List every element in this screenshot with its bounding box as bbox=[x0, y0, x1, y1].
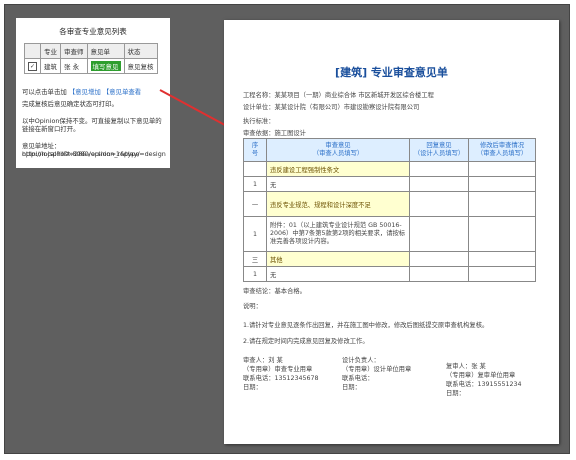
project-line: 工程名称：某某项目（一期）商业综合体 市区新城开发区综合楼工程 bbox=[243, 92, 434, 99]
section-norms: 违反专业规范、规程和设计深度不足 bbox=[266, 191, 410, 217]
conclusion-line: 审查结论：基本合格。 bbox=[243, 288, 306, 295]
header-reply: 回复意见 （设计人员填写） bbox=[409, 138, 469, 162]
standard-line: 执行标准： bbox=[243, 118, 275, 125]
header-num: 序 号 bbox=[243, 138, 267, 162]
note-1: 1.请针对专业意见逐条作出回复，并在施工图中修改，修改后图纸提交原审查机构复核。 bbox=[243, 322, 489, 329]
header-recheck: 修改后审查情况 （审查人员填写） bbox=[468, 138, 536, 162]
table-row: 违反建设工程强制性条文 bbox=[243, 161, 536, 177]
notes-label: 说明： bbox=[243, 303, 262, 310]
design-unit-line: 设计单位：某某设计院（有限公司）市建设勘察设计院有限公司 bbox=[243, 104, 420, 111]
document-title: [建筑] 专业审查意见单 bbox=[335, 66, 448, 79]
table-row: 1 无 bbox=[243, 176, 536, 192]
note-2: 2.请在规定时间内完成意见回复及修改工作。 bbox=[243, 338, 369, 345]
table-row: 一 违反专业规范、规程和设计深度不足 bbox=[243, 191, 536, 217]
table-row: 1 无 bbox=[243, 266, 536, 282]
rechecker-signature: 复审人：张 某 （专用章）复审单位用章 联系电话：13915551234 日期： bbox=[446, 363, 522, 397]
reviewer-signature: 审查人：刘 某 （专用章）审查专业用章 联系电话：13512345678 日期： bbox=[243, 357, 319, 391]
opinion-table: 序 号 审查意见 （审查人员填写） 回复意见 （设计人员填写） 修改后审查情况 … bbox=[243, 138, 536, 282]
table-row: 三 其他 bbox=[243, 251, 536, 267]
opinion-table-header: 序 号 审查意见 （审查人员填写） 回复意见 （设计人员填写） 修改后审查情况 … bbox=[243, 138, 536, 162]
header-opinion: 审查意见 （审查人员填写） bbox=[266, 138, 410, 162]
section-mandatory: 违反建设工程强制性条文 bbox=[266, 161, 410, 177]
section-other: 其他 bbox=[266, 251, 410, 267]
designer-signature: 设计负责人： （专用章）设计单位用章 联系电话： 日期： bbox=[342, 357, 412, 391]
basis-line: 审查依据：施工图设计 bbox=[243, 130, 306, 137]
opinion-document: [建筑] 专业审查意见单 工程名称：某某项目（一期）商业综合体 市区新城开发区综… bbox=[224, 20, 559, 444]
table-row: 1 附件：01（以上建筑专业设计规范 GB 50016-2006）中第7条第5款… bbox=[243, 216, 536, 252]
